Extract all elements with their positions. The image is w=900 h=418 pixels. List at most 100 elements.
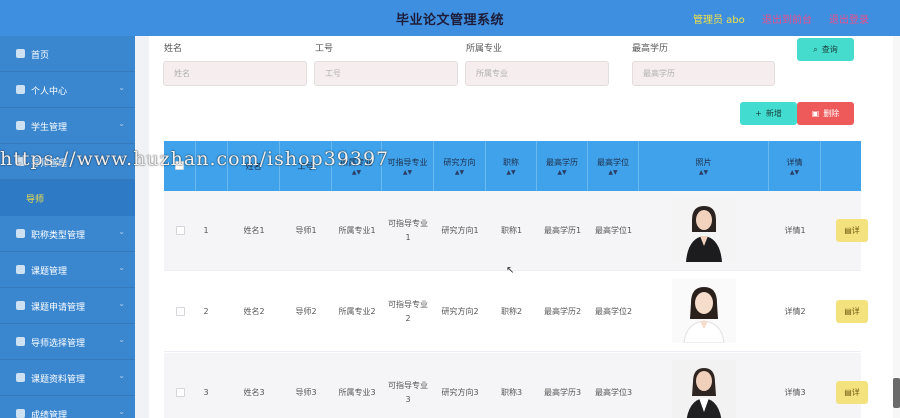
plus-icon: + bbox=[755, 109, 762, 118]
cell-detail: 详情1 bbox=[784, 226, 806, 235]
sort-icon: ▲▼ bbox=[608, 168, 618, 176]
search-input-major[interactable] bbox=[465, 61, 609, 86]
sort-icon: ▲▼ bbox=[506, 168, 516, 176]
sidebar-item-topic-docs[interactable]: 课题资料管理 ⌄ bbox=[0, 360, 135, 396]
search-label-name: 姓名 bbox=[164, 44, 183, 54]
sidebar-item-home[interactable]: 首页 bbox=[0, 36, 135, 72]
admin-label: 管理员 abo bbox=[693, 15, 745, 26]
query-button[interactable]: ⌕ 查询 bbox=[797, 38, 854, 61]
teacher-photo bbox=[672, 198, 736, 262]
logout-link[interactable]: 退出登录 bbox=[829, 11, 869, 26]
sidebar-item-label: 职称类型管理 bbox=[31, 231, 86, 241]
sidebar-item-scores[interactable]: 成绩管理 ⌄ bbox=[0, 396, 135, 418]
chevron-down-icon: ⌄ bbox=[118, 299, 125, 308]
header-degree[interactable]: 最高学位 ▲▼ bbox=[588, 141, 639, 191]
header-id[interactable]: 工号 bbox=[280, 141, 332, 191]
sidebar-item-students[interactable]: 学生管理 ⌄ bbox=[0, 108, 135, 144]
header-research[interactable]: 研究方向 ▲▼ bbox=[434, 141, 486, 191]
cell-major: 所属专业2 bbox=[338, 307, 376, 316]
sidebar-item-label: 导师管理 bbox=[31, 159, 68, 169]
sort-icon: ▲▼ bbox=[557, 168, 567, 176]
add-button[interactable]: + 新增 bbox=[740, 102, 797, 125]
search-icon: ⌕ bbox=[813, 44, 818, 54]
search-label-education: 最高学历 bbox=[632, 44, 669, 54]
header-guide-major[interactable]: 可指导专业 ▲▼ bbox=[382, 141, 434, 191]
student-icon bbox=[16, 121, 25, 130]
header-education[interactable]: 最高学历 ▲▼ bbox=[537, 141, 588, 191]
cell-education: 最高学历2 bbox=[543, 307, 582, 316]
cell-education: 最高学历3 bbox=[543, 388, 582, 397]
sidebar-item-teachers[interactable]: 导师管理 ⌃ bbox=[0, 144, 135, 180]
sidebar-item-topics[interactable]: 课题管理 ⌄ bbox=[0, 252, 135, 288]
sort-icon: ▲▼ bbox=[351, 168, 362, 176]
sidebar-item-label: 课题申请管理 bbox=[31, 303, 86, 313]
document-icon: ▤ bbox=[844, 226, 852, 235]
top-header: 毕业论文管理系统 管理员 abo 退出到前台 退出登录 bbox=[0, 0, 900, 36]
search-input-id[interactable] bbox=[314, 61, 458, 86]
teacher-icon bbox=[16, 157, 25, 166]
detail-button[interactable]: ▤ 详 bbox=[836, 219, 868, 242]
table-row: 2 姓名2 导师2 所属专业2 可指导专业2 研究方向2 职称2 最高学历2 最… bbox=[164, 272, 868, 352]
cell-title: 职称3 bbox=[500, 388, 523, 397]
cell-degree: 最高学位1 bbox=[594, 226, 633, 235]
chevron-down-icon: ⌄ bbox=[118, 263, 125, 272]
header-index bbox=[196, 141, 228, 191]
header-photo[interactable]: 照片 ▲▼ bbox=[639, 141, 769, 191]
sidebar-item-teacher-selection[interactable]: 导师选择管理 ⌄ bbox=[0, 324, 135, 360]
sidebar-item-profile[interactable]: 个人中心 ⌄ bbox=[0, 72, 135, 108]
teacher-photo bbox=[672, 360, 736, 418]
submenu-label: 导师 bbox=[26, 195, 45, 205]
search-input-education[interactable] bbox=[632, 61, 775, 86]
cell-title: 职称1 bbox=[500, 226, 523, 235]
delete-button[interactable]: ▣ 删除 bbox=[797, 102, 854, 125]
cell-guide-major: 可指导专业2 bbox=[388, 300, 428, 323]
search-label-id: 工号 bbox=[315, 44, 334, 54]
cell-detail: 详情2 bbox=[784, 307, 806, 316]
sidebar-item-label: 成绩管理 bbox=[31, 411, 68, 418]
scrollbar-track[interactable] bbox=[893, 36, 900, 418]
table-row: 1 姓名1 导师1 所属专业1 可指导专业1 研究方向1 职称1 最高学历1 最… bbox=[164, 191, 868, 271]
query-button-label: 查询 bbox=[821, 45, 838, 54]
sort-icon: ▲▼ bbox=[789, 168, 800, 176]
select-icon bbox=[16, 337, 25, 346]
cell-detail: 详情3 bbox=[784, 388, 806, 397]
header-name[interactable]: 姓名 bbox=[228, 141, 280, 191]
header-title[interactable]: 职称 ▲▼ bbox=[486, 141, 537, 191]
chevron-down-icon: ⌄ bbox=[118, 119, 125, 128]
table-header: 姓名 工号 所属专业 ▲▼ 可指导专业 ▲▼ 研究方向 ▲▼ 职称 ▲▼ 最高学历 ▲▼ … bbox=[164, 141, 861, 191]
row-checkbox[interactable] bbox=[176, 307, 185, 316]
exit-to-front-link[interactable]: 退出到前台 bbox=[762, 11, 812, 26]
row-checkbox[interactable] bbox=[176, 388, 185, 397]
sort-icon: ▲▼ bbox=[698, 168, 709, 176]
header-select-all[interactable] bbox=[164, 141, 196, 191]
delete-button-label: 删除 bbox=[823, 109, 840, 118]
detail-button[interactable]: ▤ 详 bbox=[836, 381, 868, 404]
apply-icon bbox=[16, 301, 25, 310]
document-icon: ▤ bbox=[844, 307, 852, 316]
select-all-checkbox[interactable] bbox=[175, 161, 184, 170]
sidebar-item-title-types[interactable]: 职称类型管理 ⌄ bbox=[0, 216, 135, 252]
cell-id: 导师2 bbox=[295, 307, 317, 316]
cell-research: 研究方向2 bbox=[441, 307, 479, 316]
sidebar-subitem-teacher[interactable]: 导师 bbox=[0, 180, 135, 216]
user-icon bbox=[16, 85, 25, 94]
cell-education: 最高学历1 bbox=[543, 226, 582, 235]
header-detail[interactable]: 详情 ▲▼ bbox=[769, 141, 821, 191]
header-major[interactable]: 所属专业 ▲▼ bbox=[332, 141, 382, 191]
sort-icon: ▲▼ bbox=[402, 168, 413, 176]
sidebar-item-label: 学生管理 bbox=[31, 123, 68, 133]
sidebar-item-topic-applications[interactable]: 课题申请管理 ⌄ bbox=[0, 288, 135, 324]
detail-button[interactable]: ▤ 详 bbox=[836, 300, 868, 323]
sidebar-item-label: 个人中心 bbox=[31, 87, 68, 97]
teacher-photo bbox=[672, 279, 736, 343]
scrollbar-thumb[interactable] bbox=[893, 378, 900, 408]
sort-icon: ▲▼ bbox=[454, 168, 465, 176]
add-button-label: 新增 bbox=[765, 109, 782, 118]
row-checkbox[interactable] bbox=[176, 226, 185, 235]
cell-index: 1 bbox=[203, 226, 209, 235]
search-input-name[interactable] bbox=[163, 61, 307, 86]
sidebar-item-label: 导师选择管理 bbox=[31, 339, 86, 349]
cell-name: 姓名1 bbox=[243, 226, 265, 235]
chevron-down-icon: ⌄ bbox=[118, 227, 125, 236]
search-label-major: 所属专业 bbox=[466, 44, 503, 54]
